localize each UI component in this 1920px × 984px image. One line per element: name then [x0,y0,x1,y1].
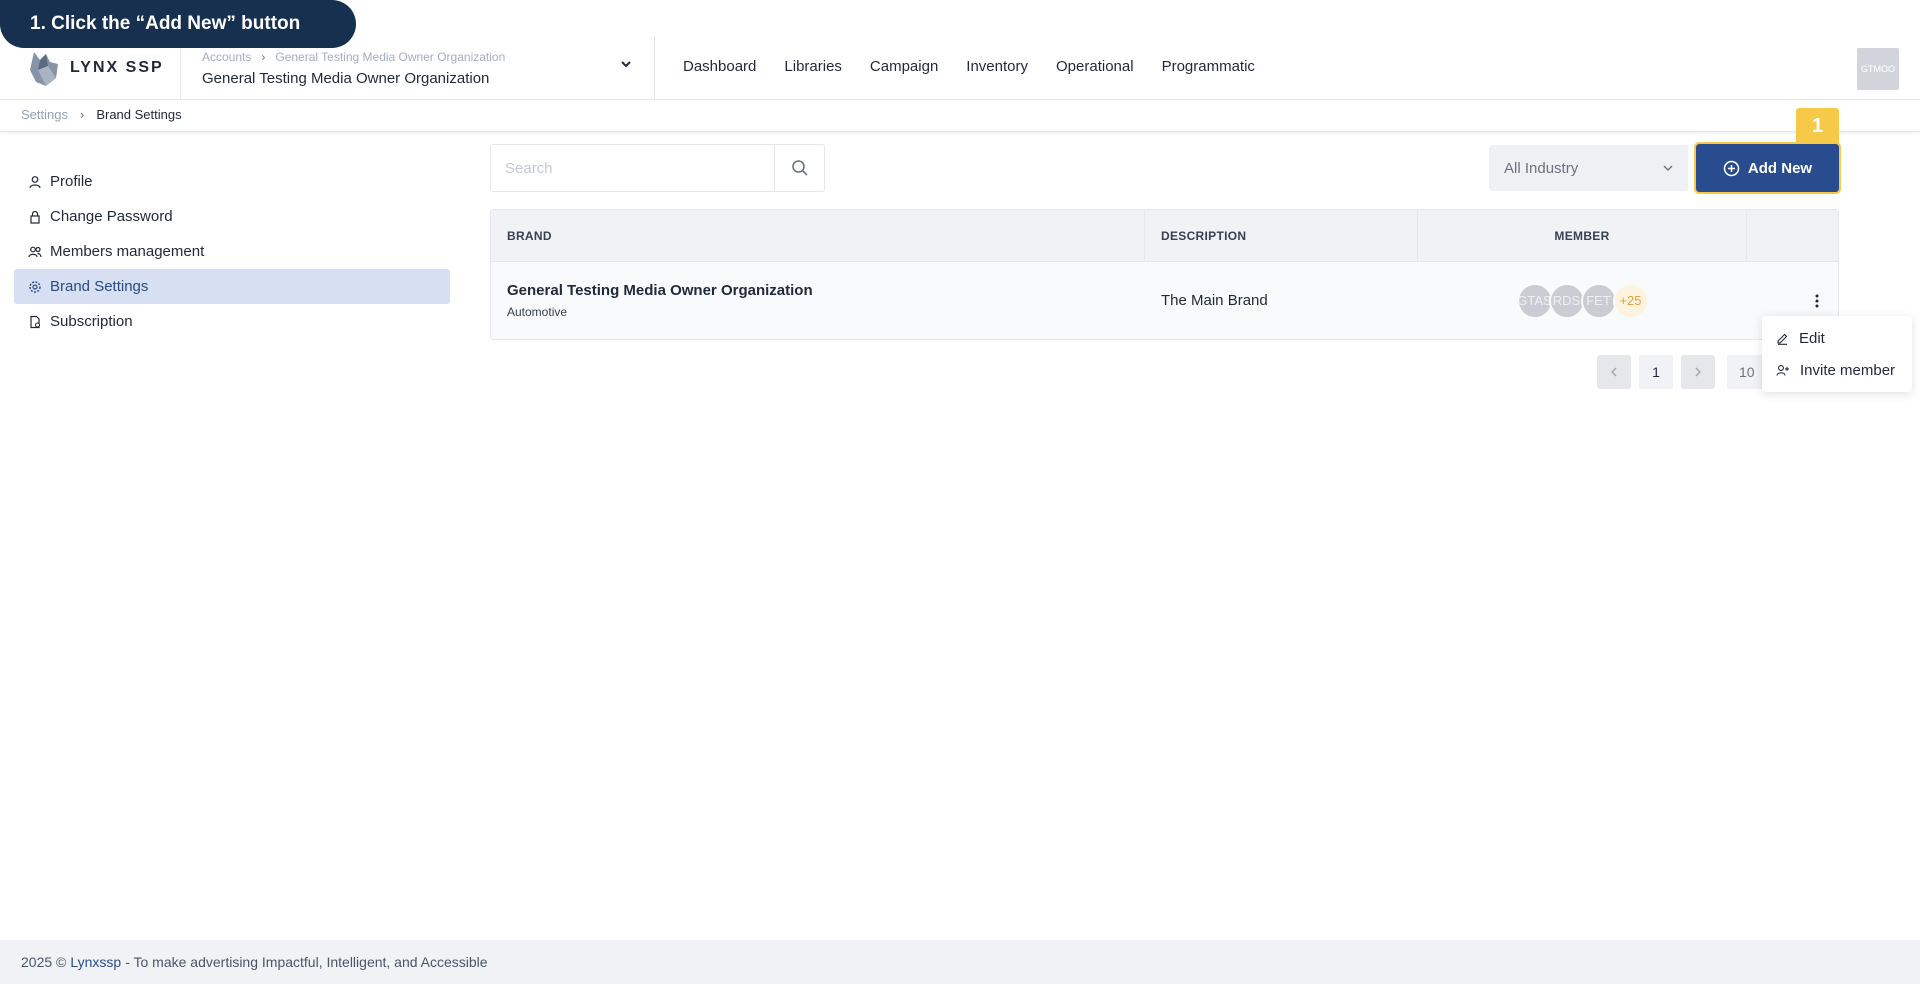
nav-dashboard[interactable]: Dashboard [683,58,756,75]
breadcrumb: Settings › Brand Settings [21,107,182,122]
nav-campaign[interactable]: Campaign [870,58,938,75]
menu-item-label: Edit [1799,329,1825,347]
pagination: 1 10 [1597,355,1777,389]
sidebar-item-profile[interactable]: Profile [14,164,450,199]
lynx-logo-icon [30,52,58,86]
logo-text: LYNX SSP [70,59,164,76]
brand-cell: General Testing Media Owner Organization… [491,282,1145,319]
column-header-member: MEMBER [1418,210,1747,261]
sidebar-item-subscription[interactable]: Subscription [14,304,450,339]
account-title: General Testing Media Owner Organization [202,70,490,87]
footer-tagline: - To make advertising Impactful, Intelli… [125,954,488,970]
account-breadcrumb: Accounts › General Testing Media Owner O… [202,50,642,64]
chevron-right-icon: › [79,107,85,122]
table-row[interactable]: General Testing Media Owner Organization… [491,262,1838,339]
chevron-right-icon: › [261,50,266,64]
gear-icon [29,280,41,293]
search-box [490,144,825,192]
menu-item-edit[interactable]: Edit [1762,322,1912,354]
tutorial-step-banner: 1. Click the “Add New” button [0,0,356,48]
edit-icon [1777,333,1788,345]
column-header-brand: BRAND [491,210,1145,261]
chevron-down-icon [1663,165,1673,171]
member-avatars: GTAS RDS FET +25 [1516,282,1649,319]
menu-item-label: Invite member [1800,361,1896,379]
sidebar-item-label: Subscription [50,313,133,330]
sidebar-item-label: Profile [50,173,93,190]
actions-cell [1747,293,1838,309]
breadcrumb-current: Brand Settings [96,107,182,122]
brand-name: General Testing Media Owner Organization [507,282,813,299]
sidebar-item-change-password[interactable]: Change Password [14,199,450,234]
next-page-button[interactable] [1681,355,1715,389]
settings-sidebar: Profile Change Password Members manageme… [14,164,450,339]
brand-table: BRAND DESCRIPTION MEMBER General Testing… [490,209,1839,340]
more-members-badge[interactable]: +25 [1612,282,1649,319]
member-cell: GTAS RDS FET +25 [1418,282,1747,319]
prev-page-button[interactable] [1597,355,1631,389]
row-actions-menu: Edit Invite member [1762,316,1912,392]
add-user-icon [1776,364,1789,376]
member-avatar: GTAS [1516,282,1553,319]
nav-libraries[interactable]: Libraries [784,58,842,75]
nav-programmatic[interactable]: Programmatic [1162,58,1255,75]
column-header-description: DESCRIPTION [1145,210,1418,261]
document-icon [30,315,41,328]
footer-link[interactable]: Lynxssp [70,954,121,970]
user-avatar[interactable]: GTMOO [1857,48,1899,90]
sidebar-item-label: Change Password [50,208,173,225]
footer-copyright: 2025 © [21,954,67,970]
logo[interactable]: LYNX SSP [26,48,164,88]
sidebar-item-members-management[interactable]: Members management [14,234,450,269]
kebab-menu-icon[interactable] [1814,293,1820,309]
lock-icon [30,210,40,224]
sidebar-item-label: Brand Settings [50,278,149,295]
sidebar-item-label: Members management [50,243,205,260]
industry-select-value: All Industry [1504,159,1579,177]
industry-select[interactable]: All Industry [1489,145,1688,191]
brand-description: The Main Brand [1161,292,1268,309]
account-breadcrumb-org[interactable]: General Testing Media Owner Organization [275,50,505,64]
table-header: BRAND DESCRIPTION MEMBER [491,210,1838,262]
member-avatar: RDS [1548,282,1585,319]
chevron-left-icon [1611,367,1617,377]
member-avatar: FET [1580,282,1617,319]
search-icon [791,160,808,176]
chevron-down-icon[interactable] [618,56,634,72]
account-switcher[interactable]: Accounts › General Testing Media Owner O… [202,50,642,87]
chevron-right-icon [1695,367,1701,377]
plus-circle-icon [1723,160,1740,176]
tutorial-step-badge: 1 [1796,108,1839,144]
search-button[interactable] [774,145,824,191]
account-breadcrumb-root[interactable]: Accounts [202,50,251,64]
page-number[interactable]: 1 [1639,355,1673,389]
users-icon [28,246,42,257]
user-icon [29,175,41,188]
search-input[interactable] [491,145,774,191]
column-header-actions [1747,210,1838,261]
sidebar-item-brand-settings[interactable]: Brand Settings [14,269,450,304]
brand-industry: Automotive [507,305,568,319]
header-divider [654,36,655,100]
add-new-button[interactable]: Add New [1694,142,1841,194]
footer: 2025 © Lynxssp - To make advertising Imp… [0,940,1920,984]
main-nav: Dashboard Libraries Campaign Inventory O… [683,58,1255,75]
nav-inventory[interactable]: Inventory [966,58,1028,75]
add-new-label: Add New [1747,159,1813,177]
menu-item-invite-member[interactable]: Invite member [1762,354,1912,386]
nav-operational[interactable]: Operational [1056,58,1134,75]
page-breadcrumb-bar: Settings › Brand Settings [0,100,1920,132]
breadcrumb-settings[interactable]: Settings [21,107,68,122]
